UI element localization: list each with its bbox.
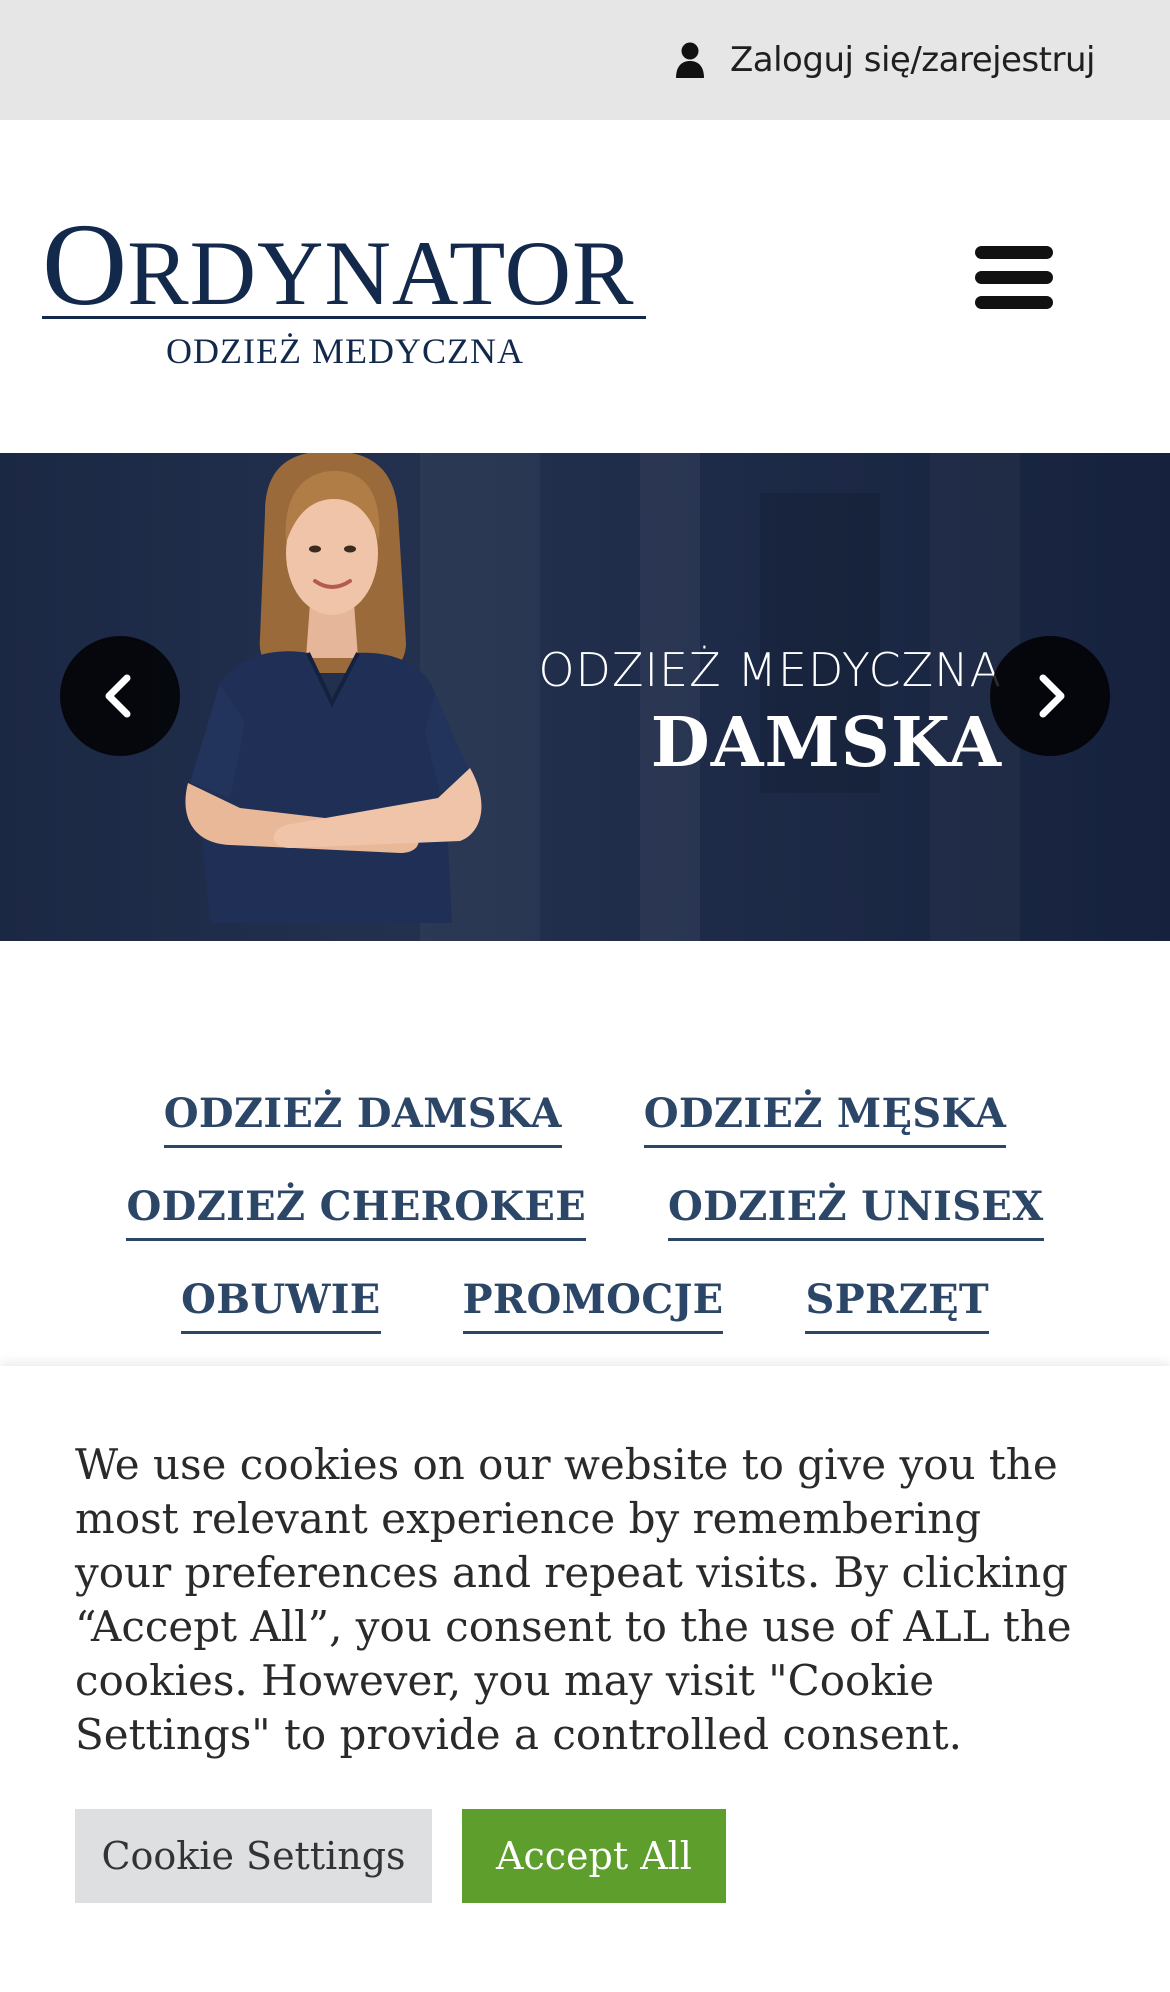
hamburger-icon[interactable] xyxy=(975,246,1053,310)
slider-prev-button[interactable] xyxy=(60,636,180,756)
slide-title: ODZIEŻ MEDYCZNA xyxy=(538,643,1002,697)
logo[interactable]: ORDYNATOR ODZIEŻ MEDYCZNA xyxy=(42,206,648,371)
category-link-sprzet[interactable]: SPRZĘT xyxy=(805,1276,989,1334)
category-row: OBUWIE PROMOCJE SPRZĘT xyxy=(0,1276,1170,1334)
category-row: ODZIEŻ CHEROKEE ODZIEŻ UNISEX xyxy=(0,1183,1170,1241)
category-link-promocje[interactable]: PROMOCJE xyxy=(462,1276,724,1334)
category-link-odziez-cherokee[interactable]: ODZIEŻ CHEROKEE xyxy=(126,1183,586,1241)
logo-subtitle: ODZIEŻ MEDYCZNA xyxy=(166,331,524,371)
category-link-obuwie[interactable]: OBUWIE xyxy=(181,1276,381,1334)
chevron-left-icon xyxy=(105,674,131,718)
top-bar: Zaloguj się/zarejestruj xyxy=(0,0,1170,120)
category-row: ODZIEŻ DAMSKA ODZIEŻ MĘSKA xyxy=(0,1090,1170,1148)
category-link-odziez-meska[interactable]: ODZIEŻ MĘSKA xyxy=(643,1090,1007,1148)
slide-caption: ODZIEŻ MEDYCZNA DAMSKA xyxy=(538,643,1002,783)
logo-initial: O xyxy=(42,199,128,330)
logo-wordmark: ORDYNATOR xyxy=(42,206,648,324)
cookie-message: We use cookies on our website to give yo… xyxy=(75,1440,1072,1759)
category-link-odziez-damska[interactable]: ODZIEŻ DAMSKA xyxy=(163,1090,562,1148)
login-register-label: Zaloguj się/zarejestruj xyxy=(729,40,1096,80)
logo-divider xyxy=(42,316,646,319)
cookie-settings-button[interactable]: Cookie Settings xyxy=(75,1809,432,1903)
slide-subtitle: DAMSKA xyxy=(650,703,1002,783)
login-register-link[interactable]: Zaloguj się/zarejestruj xyxy=(674,0,1096,120)
accept-all-button[interactable]: Accept All xyxy=(462,1809,726,1903)
chevron-right-icon xyxy=(1039,674,1065,718)
logo-rest: RDYNATOR xyxy=(127,222,635,324)
cookie-consent-banner: We use cookies on our website to give yo… xyxy=(0,1366,1170,1992)
hero-slider: ODZIEŻ MEDYCZNA DAMSKA xyxy=(0,453,1170,941)
category-link-odziez-unisex[interactable]: ODZIEŻ UNISEX xyxy=(667,1183,1044,1241)
model-photo xyxy=(185,453,482,923)
slider-next-button[interactable] xyxy=(990,636,1110,756)
user-icon xyxy=(675,42,704,78)
site-header: ORDYNATOR ODZIEŻ MEDYCZNA xyxy=(0,120,1170,453)
